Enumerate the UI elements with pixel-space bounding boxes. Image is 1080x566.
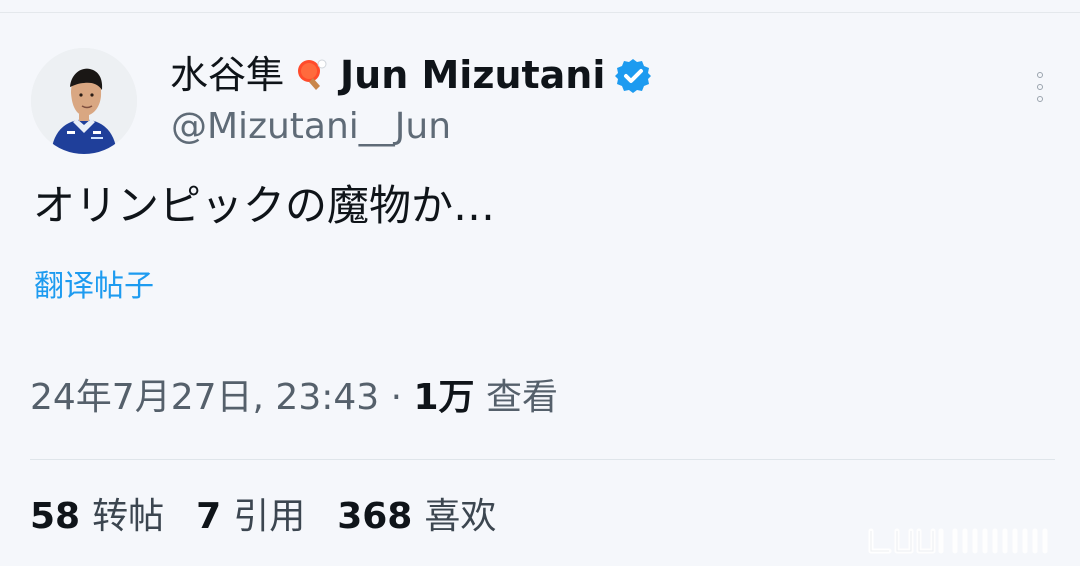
quotes-count: 7 xyxy=(196,496,222,537)
post-meta: 24年7月27日, 23:43 · 1万 查看 xyxy=(30,376,558,419)
watermark-logo xyxy=(861,525,1059,559)
quotes-label: 引用 xyxy=(233,496,306,537)
author-name-kanji: 水谷隼 xyxy=(170,53,285,98)
post-stats: 58 转帖 7 引用 368 喜欢 xyxy=(30,495,528,538)
reposts-count: 58 xyxy=(30,496,81,537)
post-timestamp: 24年7月27日, 23:43 · xyxy=(30,377,414,418)
likes-label: 喜欢 xyxy=(424,496,497,537)
view-count: 1万 xyxy=(413,377,475,418)
author-name-latin[interactable]: Jun Mizutani xyxy=(340,53,605,99)
reposts-stat[interactable]: 58 转帖 xyxy=(30,495,164,538)
author-handle[interactable]: @Mizutani__Jun xyxy=(171,106,451,147)
view-label: 查看 xyxy=(474,377,558,418)
post-text: オリンピックの魔物か… xyxy=(33,181,496,230)
author-name-row: 水谷隼 Jun Mizutani xyxy=(170,48,653,104)
stats-divider xyxy=(30,459,1055,460)
translate-post-link[interactable]: 翻译帖子 xyxy=(34,269,154,305)
likes-count: 368 xyxy=(337,496,413,537)
likes-stat[interactable]: 368 喜欢 xyxy=(337,495,496,538)
ping-pong-paddle-icon xyxy=(292,56,332,96)
verified-badge-icon xyxy=(613,56,653,96)
top-divider xyxy=(0,12,1080,13)
author-display-name[interactable]: 水谷隼 xyxy=(170,53,284,99)
athlete-avatar xyxy=(31,48,137,154)
reposts-label: 转帖 xyxy=(92,496,165,537)
author-avatar[interactable] xyxy=(31,48,137,154)
quotes-stat[interactable]: 7 引用 xyxy=(196,495,305,538)
more-options-icon[interactable] xyxy=(1031,70,1051,110)
